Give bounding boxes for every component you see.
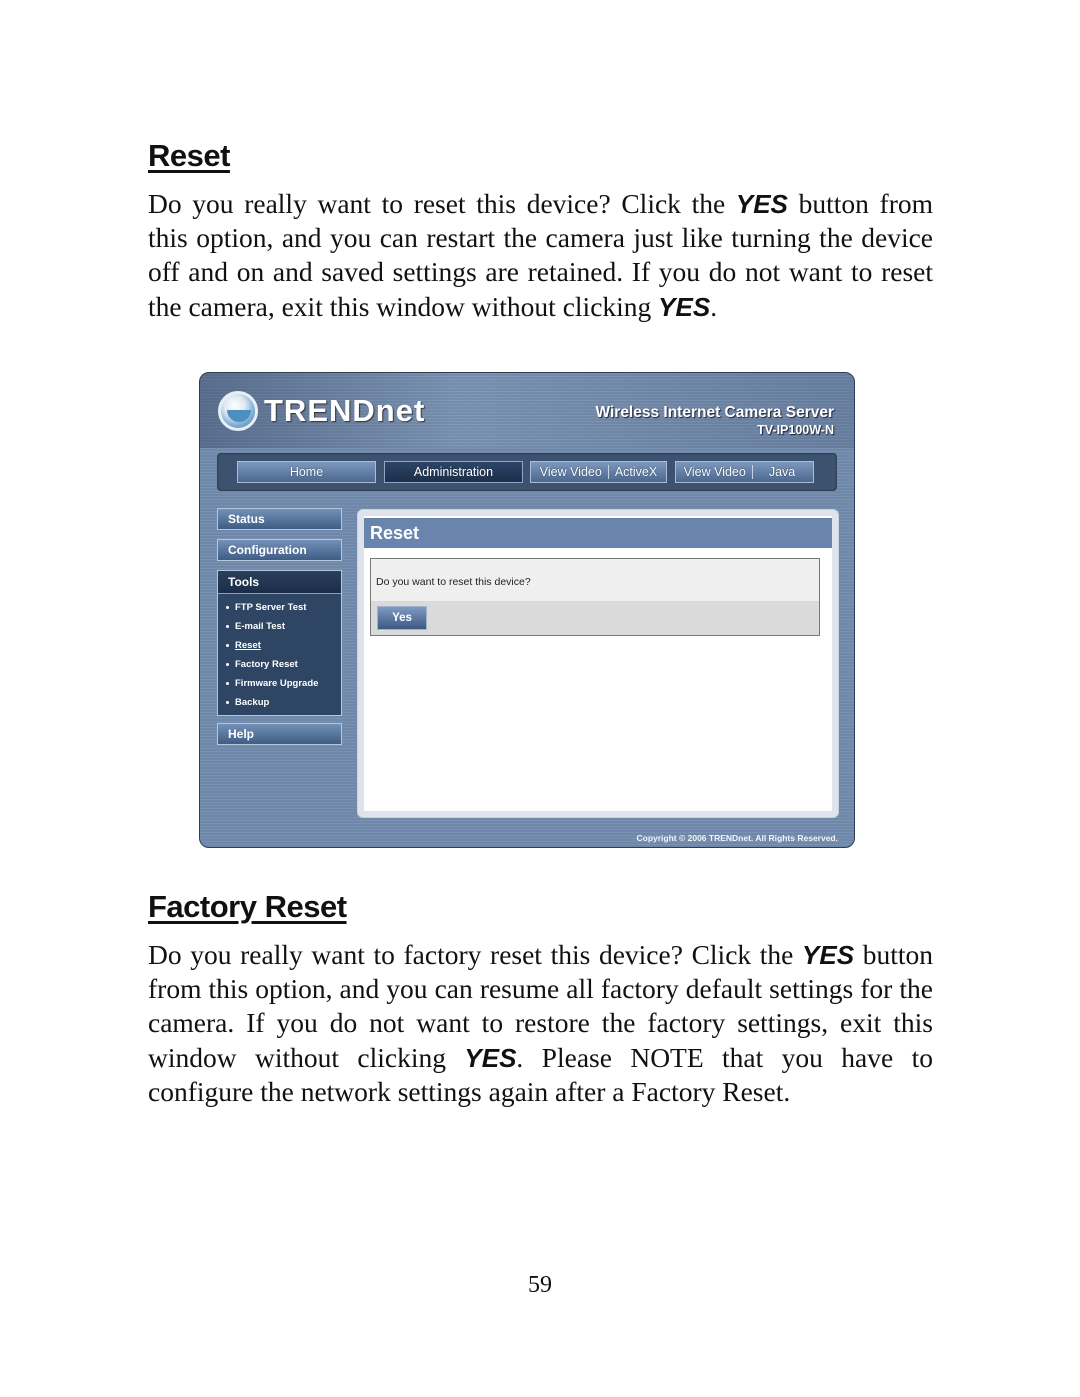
bullet-icon [226, 663, 229, 666]
nav-view-video-java[interactable]: View Video Java [675, 461, 814, 483]
sidebar-status[interactable]: Status [217, 508, 342, 530]
bullet-icon [226, 625, 229, 628]
nav-label: ActiveX [614, 465, 658, 479]
sidebar-tools-group: Tools FTP Server Test E-mail Test Reset … [217, 570, 342, 716]
brand-name: TRENDnet [264, 393, 426, 428]
yes-button[interactable]: Yes [377, 606, 427, 630]
tools-item-email-test[interactable]: E-mail Test [226, 617, 341, 636]
yes-emphasis: YES [464, 1042, 517, 1073]
model-number: TV-IP100W-N [757, 423, 834, 437]
divider [607, 465, 609, 479]
reset-heading: Reset [148, 138, 230, 173]
nav-home[interactable]: Home [237, 461, 376, 483]
copyright: Copyright © 2006 TRENDnet. All Rights Re… [636, 833, 839, 843]
nav-administration-label: Administration [413, 465, 494, 479]
nav-view-video-activex[interactable]: View Video ActiveX [530, 461, 667, 483]
top-nav: Home Administration View Video ActiveX Vi… [217, 453, 837, 491]
divider [751, 465, 753, 479]
reset-screenshot: TRENDnet Wireless Internet Camera Server… [199, 372, 855, 848]
item-label: E-mail Test [235, 621, 285, 632]
button-row: Yes [371, 601, 819, 635]
nav-label: Java [768, 465, 796, 479]
yes-emphasis: YES [735, 189, 788, 219]
main-content: Reset Do you want to reset this device? … [364, 516, 832, 811]
factory-reset-heading: Factory Reset [148, 889, 347, 924]
item-label: Backup [235, 697, 270, 708]
trendnet-logo: TRENDnet [218, 391, 425, 431]
tools-item-backup[interactable]: Backup [226, 693, 341, 712]
yes-emphasis: YES [658, 291, 711, 322]
reset-question: Do you want to reset this device? [376, 576, 531, 588]
bullet-icon [226, 682, 229, 685]
item-label: Reset [235, 640, 261, 651]
bullet-icon [226, 644, 229, 647]
tools-item-firmware-upgrade[interactable]: Firmware Upgrade [226, 674, 341, 693]
nav-home-label: Home [289, 465, 324, 479]
panel-title: Reset [364, 518, 832, 548]
trendnet-logo-icon [218, 391, 258, 431]
bullet-icon [226, 701, 229, 704]
tools-item-ftp-server-test[interactable]: FTP Server Test [226, 598, 341, 617]
item-label: FTP Server Test [235, 602, 307, 613]
nav-label: View Video [683, 465, 746, 479]
sidebar-configuration[interactable]: Configuration [217, 539, 342, 561]
main-panel: Reset Do you want to reset this device? … [357, 509, 839, 818]
page-number: 59 [528, 1272, 552, 1298]
sidebar-help[interactable]: Help [217, 723, 342, 745]
item-label: Firmware Upgrade [235, 678, 319, 689]
nav-label: View Video [539, 465, 602, 479]
text: Do you really want to reset this device?… [148, 188, 736, 219]
text: Do you really want to factory reset this… [148, 939, 803, 970]
nav-administration[interactable]: Administration [384, 461, 523, 483]
text: . [710, 290, 718, 322]
tools-item-reset[interactable]: Reset [226, 636, 341, 655]
product-info: Wireless Internet Camera Server TV-IP100… [595, 404, 834, 437]
reset-dialog: Do you want to reset this device? Yes [370, 558, 820, 636]
yes-emphasis: YES [802, 940, 855, 970]
tools-list: FTP Server Test E-mail Test Reset Factor… [218, 594, 341, 712]
bullet-icon [226, 606, 229, 609]
reset-paragraph: Do you really want to reset this device?… [148, 187, 933, 324]
factory-reset-paragraph: Do you really want to factory reset this… [148, 938, 933, 1109]
sidebar-tools[interactable]: Tools [218, 571, 341, 594]
product-title: Wireless Internet Camera Server [595, 404, 834, 421]
item-label: Factory Reset [235, 659, 298, 670]
tools-item-factory-reset[interactable]: Factory Reset [226, 655, 341, 674]
